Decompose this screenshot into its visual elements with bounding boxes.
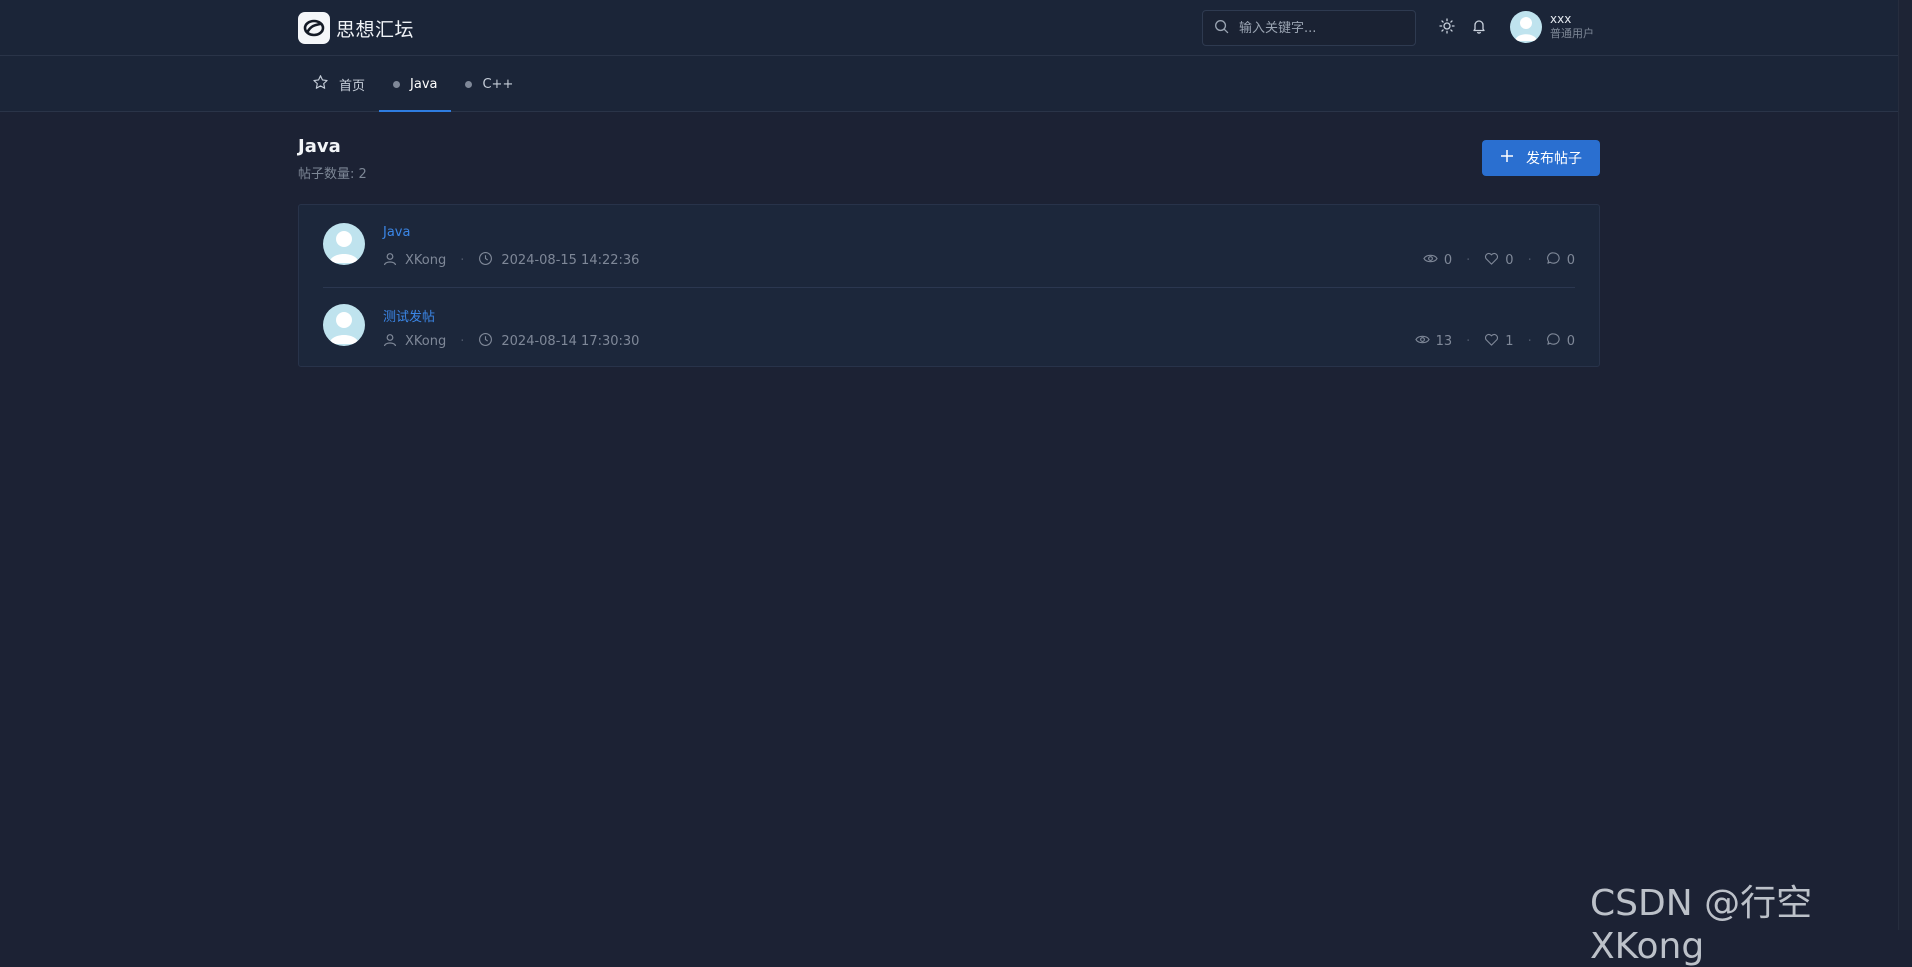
likes-count: 1 (1505, 334, 1514, 349)
tab-cpp[interactable]: C++ (451, 56, 527, 112)
user-name: xxx (1550, 12, 1572, 26)
brand-logo-icon (298, 12, 330, 44)
post-list: Java XKong · 2024-08-15 14:22:36 0 · 0 · (298, 204, 1600, 367)
star-icon (312, 74, 329, 95)
avatar[interactable] (323, 304, 365, 346)
comments-stat[interactable]: 0 (1546, 332, 1575, 351)
post-author: XKong (405, 253, 447, 268)
publish-label: 发布帖子 (1526, 151, 1582, 167)
notifications-button[interactable] (1467, 16, 1491, 40)
brand-name: 思想汇坛 (336, 18, 415, 41)
separator: · (1466, 253, 1471, 268)
dot-icon (393, 80, 401, 88)
page-title: Java (298, 136, 341, 157)
post-meta: XKong · 2024-08-15 14:22:36 (383, 251, 639, 270)
post-meta: XKong · 2024-08-14 17:30:30 (383, 332, 639, 351)
list-item: 测试发帖 XKong · 2024-08-14 17:30:30 13 · 1 … (323, 287, 1575, 367)
post-stats: 0 · 0 · 0 (1423, 251, 1575, 270)
comments-count: 0 (1566, 334, 1575, 349)
post-count: 帖子数量: 2 (298, 167, 367, 182)
user-icon (383, 252, 397, 270)
tab-label: C++ (482, 76, 514, 92)
heart-icon (1484, 332, 1499, 351)
tab-label: 首页 (339, 78, 366, 94)
post-author: XKong (405, 334, 447, 349)
top-header (0, 0, 1898, 56)
likes-count: 0 (1505, 253, 1514, 268)
tab-home[interactable]: 首页 (298, 56, 379, 112)
tab-java[interactable]: Java (379, 56, 452, 112)
likes-stat[interactable]: 0 (1484, 251, 1514, 270)
category-tabs: 首页 Java C++ (298, 56, 527, 112)
page-scrollbar[interactable] (1898, 0, 1912, 930)
comment-icon (1546, 332, 1561, 351)
separator: · (1527, 334, 1532, 349)
separator: · (1527, 253, 1532, 268)
list-item: Java XKong · 2024-08-15 14:22:36 0 · 0 · (323, 207, 1575, 287)
views-count: 13 (1435, 334, 1453, 349)
search-icon (1214, 19, 1229, 38)
user-menu[interactable]: xxx 普通用户 (1510, 11, 1594, 43)
heart-icon (1484, 251, 1499, 270)
post-title[interactable]: Java (383, 225, 410, 240)
clock-icon (478, 251, 493, 270)
bell-icon (1471, 18, 1487, 38)
clock-icon (478, 332, 493, 351)
user-icon (383, 333, 397, 351)
likes-stat[interactable]: 1 (1484, 332, 1514, 351)
avatar[interactable] (323, 223, 365, 265)
comments-stat[interactable]: 0 (1546, 251, 1575, 270)
theme-toggle-button[interactable] (1435, 16, 1459, 40)
post-stats: 13 · 1 · 0 (1414, 332, 1575, 351)
post-title[interactable]: 测试发帖 (383, 306, 435, 325)
eye-icon (1414, 332, 1430, 351)
separator: · (1466, 334, 1471, 349)
views-stat: 0 (1423, 251, 1452, 270)
avatar (1510, 11, 1542, 43)
search-input[interactable] (1239, 20, 1399, 36)
search-box[interactable] (1202, 10, 1416, 46)
separator: · (460, 334, 465, 349)
post-time: 2024-08-15 14:22:36 (501, 253, 640, 268)
watermark: CSDN @行空XKong (1590, 883, 1813, 967)
sun-icon (1439, 18, 1455, 38)
user-role: 普通用户 (1550, 27, 1594, 40)
separator: · (460, 253, 465, 268)
category-nav-bar (0, 56, 1898, 112)
publish-post-button[interactable]: 发布帖子 (1482, 140, 1600, 176)
views-stat: 13 (1414, 332, 1453, 351)
brand[interactable]: 思想汇坛 (298, 12, 414, 44)
comments-count: 0 (1566, 253, 1575, 268)
page-header: Java 帖子数量: 2 发布帖子 (298, 136, 1600, 188)
comment-icon (1546, 251, 1561, 270)
post-time: 2024-08-14 17:30:30 (501, 334, 640, 349)
views-count: 0 (1443, 253, 1453, 268)
eye-icon (1423, 251, 1438, 270)
plus-icon (1500, 149, 1514, 167)
dot-icon (465, 80, 473, 88)
tab-label: Java (410, 76, 438, 92)
